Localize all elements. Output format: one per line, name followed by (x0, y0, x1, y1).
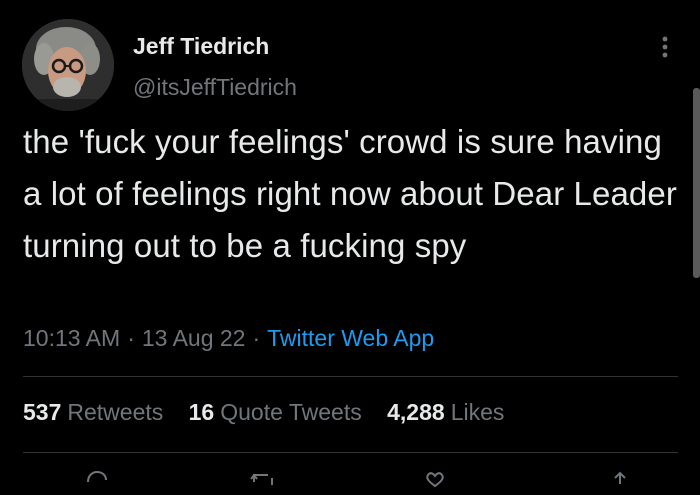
avatar[interactable] (22, 19, 114, 111)
meta-separator: · (127, 325, 135, 351)
meta-separator: · (252, 325, 261, 351)
tweet-stats: 537 Retweets 16 Quote Tweets 4,288 Likes (23, 399, 523, 426)
tweet-source-link[interactable]: Twitter Web App (267, 325, 434, 351)
author-handle[interactable]: @itsJeffTiedrich (133, 74, 297, 101)
retweets-stat[interactable]: 537 Retweets (23, 399, 163, 425)
retweets-count: 537 (23, 399, 62, 425)
avatar-photo (22, 19, 114, 111)
tweet-meta: 10:13 AM · 13 Aug 22 · Twitter Web App (23, 325, 434, 352)
retweet-icon[interactable] (250, 470, 280, 490)
author-display-name[interactable]: Jeff Tiedrich (133, 33, 269, 60)
scrollbar[interactable] (693, 88, 700, 278)
action-bar (0, 470, 700, 490)
like-icon[interactable] (420, 470, 450, 490)
more-options-icon[interactable] (655, 34, 675, 60)
likes-label: Likes (450, 399, 505, 425)
tweet-card: Jeff Tiedrich @itsJeffTiedrich the 'fuck… (0, 0, 700, 488)
quote-tweets-stat[interactable]: 16 Quote Tweets (189, 399, 362, 425)
divider (23, 452, 678, 453)
tweet-text: the 'fuck your feelings' crowd is sure h… (23, 123, 677, 264)
divider (23, 376, 678, 377)
tweet-date[interactable]: 13 Aug 22 (142, 325, 246, 351)
reply-icon[interactable] (82, 470, 112, 490)
tweet-time[interactable]: 10:13 AM (23, 325, 120, 351)
quote-tweets-count: 16 (188, 399, 215, 425)
quote-tweets-label: Quote Tweets (220, 399, 362, 425)
likes-stat[interactable]: 4,288 Likes (387, 399, 504, 425)
share-icon[interactable] (605, 470, 635, 490)
retweets-label: Retweets (67, 399, 164, 425)
likes-count: 4,288 (387, 399, 445, 425)
